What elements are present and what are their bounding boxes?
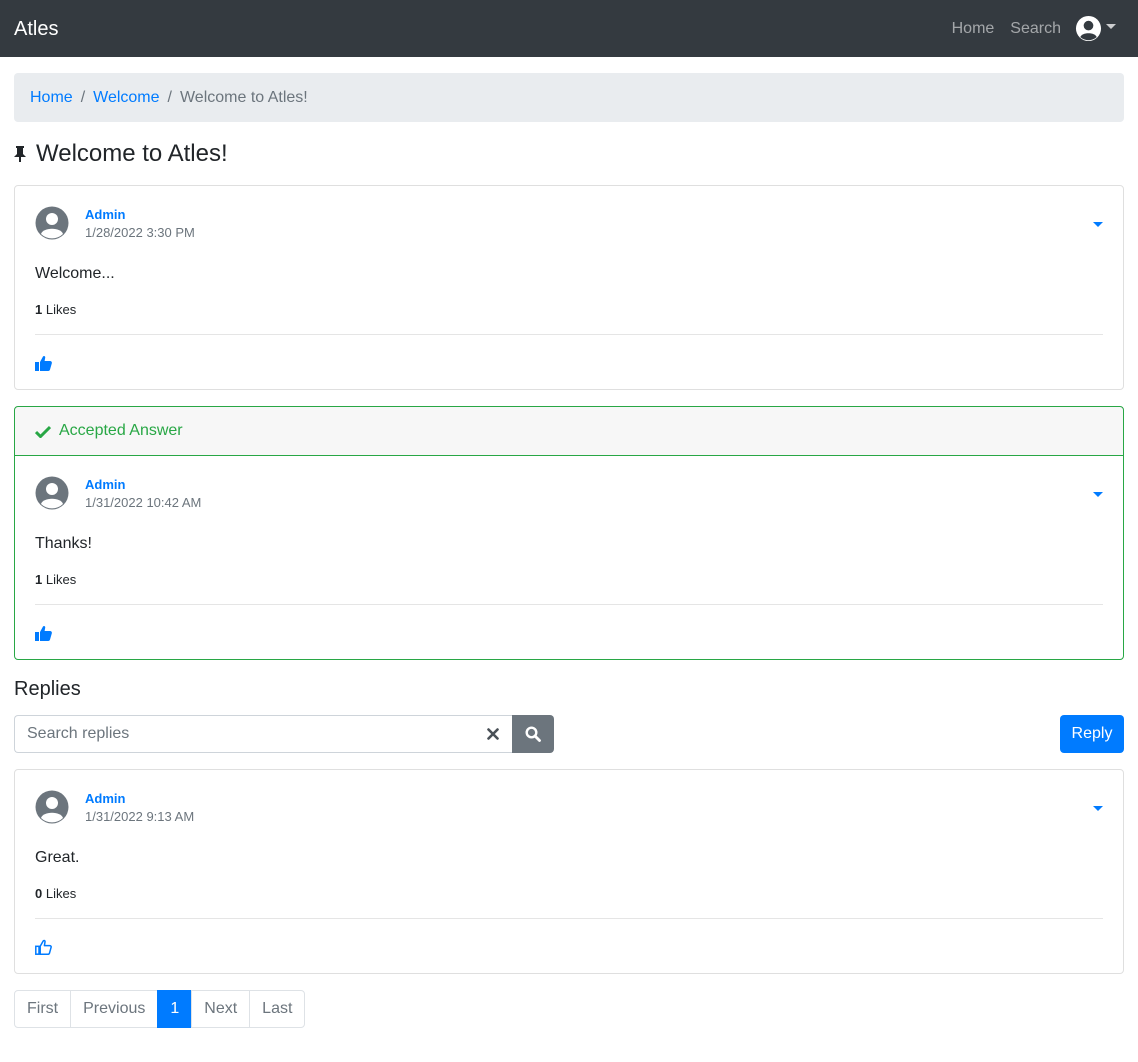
reply-button[interactable]: Reply <box>1060 715 1124 753</box>
thumbs-up-outline-icon <box>35 939 52 955</box>
page-first[interactable]: First <box>14 990 72 1028</box>
reply-card: Admin 1/31/2022 9:13 AM Great. 0 Likes <box>14 769 1124 974</box>
replies-heading: Replies <box>14 678 81 700</box>
page-last[interactable]: Last <box>249 990 306 1028</box>
like-button[interactable] <box>35 623 1103 643</box>
clear-search-button[interactable] <box>474 715 512 753</box>
like-button[interactable] <box>35 937 1103 957</box>
chevron-down-icon <box>1106 24 1116 29</box>
post-header: Admin 1/31/2022 10:42 AM <box>35 476 1103 512</box>
page-title: Welcome to Atles! <box>36 140 228 167</box>
breadcrumb-current: Welcome to Atles! <box>179 88 308 106</box>
avatar[interactable] <box>35 790 69 824</box>
top-navbar: Atles Home Search <box>0 0 1138 57</box>
avatar[interactable] <box>35 476 69 510</box>
post-text: Thanks! <box>35 535 92 552</box>
close-icon <box>487 728 499 740</box>
post-header: Admin 1/28/2022 3:30 PM <box>35 206 1103 242</box>
breadcrumb-separator: / <box>167 88 172 106</box>
page-current[interactable]: 1 <box>157 990 193 1028</box>
replies-toolbar: Reply <box>14 715 1124 753</box>
breadcrumb-home[interactable]: Home <box>30 89 73 107</box>
thumbs-up-solid-icon <box>35 356 52 371</box>
pagination: First Previous 1 Next Last <box>14 990 1124 1028</box>
author-link[interactable]: Admin <box>85 206 195 224</box>
avatar[interactable] <box>35 206 69 240</box>
nav-home-link[interactable]: Home <box>952 20 995 38</box>
post-options-dropdown[interactable] <box>1093 492 1103 497</box>
nav-search-link[interactable]: Search <box>1010 20 1061 38</box>
like-button[interactable] <box>35 353 1103 373</box>
post-text: Welcome... <box>35 265 115 282</box>
user-circle-icon <box>1075 15 1102 42</box>
main-content: Home / Welcome / Welcome to Atles! Welco… <box>0 57 1138 1028</box>
accepted-answer-card: Accepted Answer Admin 1/31/2022 10:42 AM… <box>14 406 1124 660</box>
thumbs-up-solid-icon <box>35 626 52 641</box>
search-icon <box>525 726 541 742</box>
breadcrumb-separator: / <box>80 88 86 106</box>
post-card: Admin 1/28/2022 3:30 PM Welcome... 1 Lik… <box>14 185 1124 390</box>
page-next[interactable]: Next <box>191 990 251 1028</box>
pin-icon <box>14 146 26 162</box>
breadcrumb: Home / Welcome / Welcome to Atles! <box>14 73 1124 122</box>
brand-link[interactable]: Atles <box>14 19 58 39</box>
page-previous[interactable]: Previous <box>70 990 159 1028</box>
search-button[interactable] <box>512 715 554 753</box>
likes-count: 0 Likes <box>35 886 1103 919</box>
nav-right: Home Search <box>936 15 1124 42</box>
author-link[interactable]: Admin <box>85 476 201 494</box>
post-header: Admin 1/31/2022 9:13 AM <box>35 790 1103 826</box>
author-link[interactable]: Admin <box>85 790 194 808</box>
likes-count: 1 Likes <box>35 572 1103 605</box>
accepted-answer-header: Accepted Answer <box>15 407 1123 456</box>
likes-count: 1 Likes <box>35 302 1103 335</box>
post-timestamp: 1/28/2022 3:30 PM <box>85 225 195 240</box>
post-options-dropdown[interactable] <box>1093 806 1103 811</box>
post-timestamp: 1/31/2022 10:42 AM <box>85 495 202 510</box>
accepted-answer-label: Accepted Answer <box>59 422 183 439</box>
search-replies-input[interactable] <box>14 715 474 753</box>
user-menu-toggle[interactable] <box>1075 15 1116 42</box>
post-timestamp: 1/31/2022 9:13 AM <box>85 809 195 824</box>
breadcrumb-welcome[interactable]: Welcome <box>93 89 159 107</box>
post-options-dropdown[interactable] <box>1093 222 1103 227</box>
search-replies-group <box>14 715 554 753</box>
check-icon <box>35 425 51 438</box>
post-text: Great. <box>35 849 80 866</box>
topic-header: Welcome to Atles! <box>14 139 1124 169</box>
